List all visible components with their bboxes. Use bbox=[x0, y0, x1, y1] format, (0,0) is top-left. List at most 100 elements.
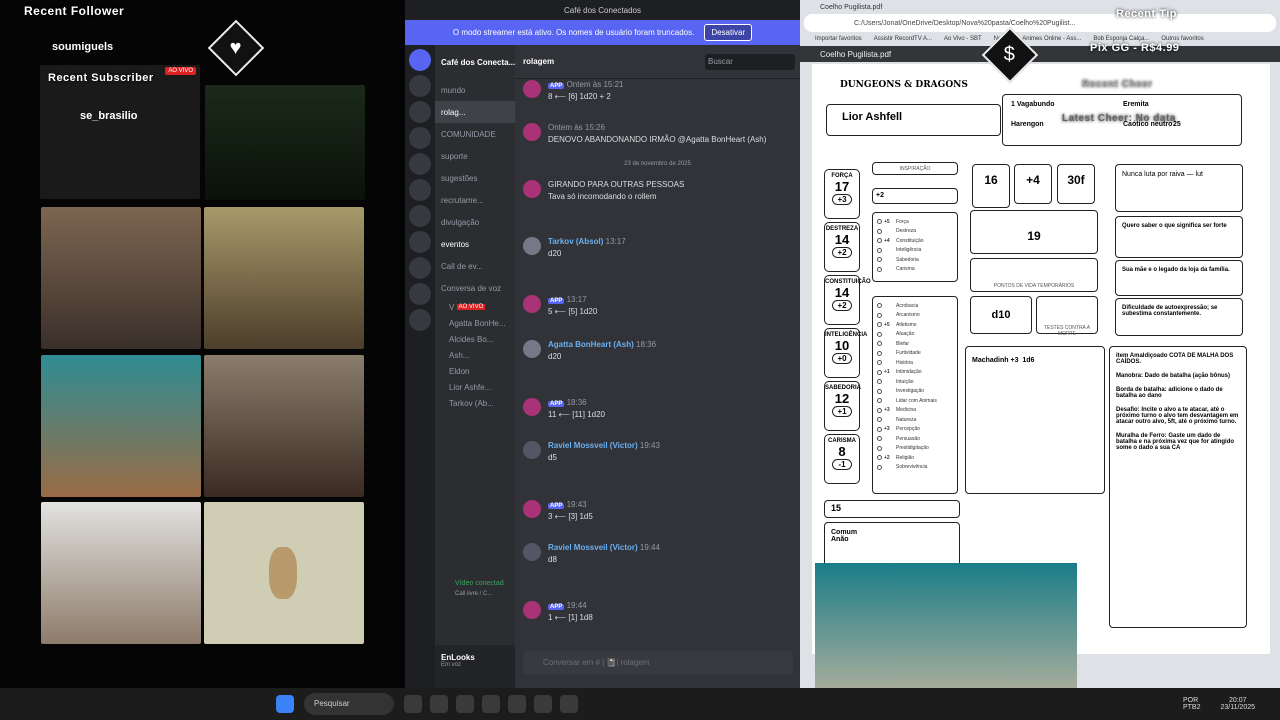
latest-cheer: Latest Cheer: No data bbox=[1062, 113, 1176, 124]
skills-row: Acrobacia bbox=[877, 301, 953, 311]
recent-cheer-title: Recent Cheer bbox=[1082, 79, 1153, 90]
server-icon[interactable] bbox=[409, 257, 431, 279]
armor-class: 16 bbox=[972, 164, 1010, 208]
features-box: item Amaldiçoado COTA DE MALHA DOS CAÍDO… bbox=[1109, 346, 1247, 628]
taskbar: Pesquisar POR PTB2 20:07 23/11/2025 bbox=[0, 688, 1280, 720]
voice-user[interactable]: Agatta BonHe... bbox=[435, 315, 515, 331]
category-comunidade[interactable]: COMUNIDADE bbox=[435, 123, 515, 145]
avatar bbox=[269, 547, 297, 599]
server-icon[interactable] bbox=[409, 75, 431, 97]
bookmark[interactable]: Assistir RecordTV A... bbox=[874, 36, 932, 42]
message-text: DENOVO ABANDONANDO IRMÃO @Agatta BonHear… bbox=[548, 135, 767, 144]
dnd-logo: DUNGEONS & DRAGONS bbox=[840, 80, 968, 90]
skills-row: Prestidigitação bbox=[877, 444, 953, 454]
server-icon[interactable] bbox=[409, 309, 431, 331]
server-icon[interactable] bbox=[409, 127, 431, 149]
proficiency-bonus: +2 bbox=[872, 188, 958, 204]
server-icon[interactable] bbox=[409, 101, 431, 123]
channel-mundo[interactable]: mundo bbox=[435, 79, 515, 101]
bookmark[interactable]: Animes Online - Ass... bbox=[1022, 36, 1081, 42]
message-text: d8 bbox=[548, 555, 557, 564]
clock[interactable]: 20:07 23/11/2025 bbox=[1220, 697, 1255, 711]
char-name: Lior Ashfell bbox=[826, 104, 1001, 136]
window-title: Café dos Conectados bbox=[405, 0, 800, 20]
browser-tab[interactable]: Coelho Pugilista.pdf bbox=[820, 4, 882, 11]
avatar-tile bbox=[204, 502, 364, 644]
flaws: Dificuldade de autoexpressão; se subesti… bbox=[1115, 298, 1243, 336]
server-icon[interactable] bbox=[409, 179, 431, 201]
voice-user[interactable]: Alcides Bo... bbox=[435, 331, 515, 347]
skills-row: Sobrevivência bbox=[877, 463, 953, 473]
channel-suporte[interactable]: suporte bbox=[435, 145, 515, 167]
streamer-mode-banner: O modo streamer está ativo. Os nomes de … bbox=[405, 20, 800, 45]
saves-row: +5 Força bbox=[877, 217, 953, 227]
voice-user[interactable]: Eldon bbox=[435, 363, 515, 379]
server-icon[interactable] bbox=[409, 205, 431, 227]
app-icon[interactable] bbox=[430, 695, 448, 713]
language-indicator[interactable]: POR PTB2 bbox=[1183, 697, 1201, 711]
channel-sugestoes[interactable]: sugestões bbox=[435, 167, 515, 189]
channel-recrutamento[interactable]: recrutame... bbox=[435, 189, 515, 211]
attacks-box: Machadinh +3 1d6 bbox=[965, 346, 1105, 494]
feature-text: Manobra: Dado de batalha (ação bônus) bbox=[1116, 373, 1231, 379]
skills-row: Persuasão bbox=[877, 434, 953, 444]
voice-user[interactable]: V AO VIVO bbox=[435, 299, 515, 315]
bookmark[interactable]: Importar favoritos bbox=[815, 36, 862, 42]
app-icon[interactable] bbox=[534, 695, 552, 713]
skills-row: Furtividade bbox=[877, 349, 953, 359]
skills-row: Lidar com Animais bbox=[877, 396, 953, 406]
discord-home-icon[interactable] bbox=[409, 49, 431, 71]
skills-row: Arcanismo bbox=[877, 311, 953, 321]
feature-text: Borda de batalha: adicione o dado de bat… bbox=[1116, 387, 1223, 399]
app-icon[interactable] bbox=[560, 695, 578, 713]
channel-call-eventos[interactable]: Call de ev... bbox=[435, 255, 515, 277]
skills-row: +3 Percepção bbox=[877, 425, 953, 435]
voice-user[interactable]: Tarkov (Ab... bbox=[435, 395, 515, 411]
server-icon[interactable] bbox=[409, 153, 431, 175]
feature-text: item Amaldiçoado COTA DE MALHA DOS CAÍDO… bbox=[1116, 353, 1234, 365]
app-icon[interactable] bbox=[508, 695, 526, 713]
initiative: +4 bbox=[1014, 164, 1052, 204]
windows-start-icon[interactable] bbox=[276, 695, 294, 713]
hit-dice: d10 bbox=[970, 296, 1032, 334]
follower-name: soumiguels bbox=[52, 41, 114, 53]
message-text: 1 ⟵ [1] 1d8 bbox=[548, 613, 593, 622]
app-icon[interactable] bbox=[482, 695, 500, 713]
disable-button[interactable]: Desativar bbox=[704, 24, 753, 41]
server-list bbox=[405, 45, 435, 688]
message-composer[interactable]: Conversar em # | 📓| rolagem bbox=[523, 651, 793, 675]
recent-subscriber-title: Recent Subscriber bbox=[48, 72, 154, 84]
search-input[interactable]: Buscar bbox=[705, 54, 795, 70]
avatar bbox=[523, 295, 541, 313]
voice-user[interactable]: Lior Ashfe... bbox=[435, 379, 515, 395]
taskbar-search[interactable]: Pesquisar bbox=[304, 693, 394, 715]
server-icon[interactable] bbox=[409, 231, 431, 253]
message-text: Tava só incomodando o rollem bbox=[548, 192, 657, 201]
ability-score: CARISMA 8 -1 bbox=[824, 434, 860, 484]
webcam-tile bbox=[41, 355, 201, 497]
channel-rolagem[interactable]: rolag... bbox=[435, 101, 515, 123]
server-icon[interactable] bbox=[409, 283, 431, 305]
avatar bbox=[523, 543, 541, 561]
voice-channel[interactable]: Conversa de voz bbox=[435, 277, 515, 299]
app-icon[interactable] bbox=[456, 695, 474, 713]
address-bar[interactable]: C:/Users/Jonat/OneDrive/Desktop/Nova%20p… bbox=[804, 14, 1276, 32]
recent-follower-title: Recent Follower bbox=[24, 4, 125, 18]
message-text: d20 bbox=[548, 249, 562, 258]
webcam-tile bbox=[41, 207, 201, 349]
browser-window: Coelho Pugilista.pdf C:/Users/Jonat/OneD… bbox=[800, 0, 1280, 720]
app-icon[interactable] bbox=[404, 695, 422, 713]
avatar bbox=[523, 441, 541, 459]
personality-traits: Nunca luta por raiva — lut bbox=[1115, 164, 1243, 212]
channel-eventos[interactable]: eventos bbox=[435, 233, 515, 255]
webcam-tile bbox=[205, 85, 365, 200]
server-name[interactable]: Café dos Conecta... bbox=[435, 45, 515, 79]
skills-row: Investigação bbox=[877, 387, 953, 397]
bookmark[interactable]: Ao Vivo - SBT bbox=[944, 36, 982, 42]
hp-temp: PONTOS DE VIDA TEMPORÁRIOS bbox=[970, 258, 1098, 292]
username: EnLooks bbox=[441, 653, 475, 662]
voice-user[interactable]: Ash... bbox=[435, 347, 515, 363]
skills-row: Natureza bbox=[877, 415, 953, 425]
avatar bbox=[523, 237, 541, 255]
channel-divulgacao[interactable]: divulgação bbox=[435, 211, 515, 233]
